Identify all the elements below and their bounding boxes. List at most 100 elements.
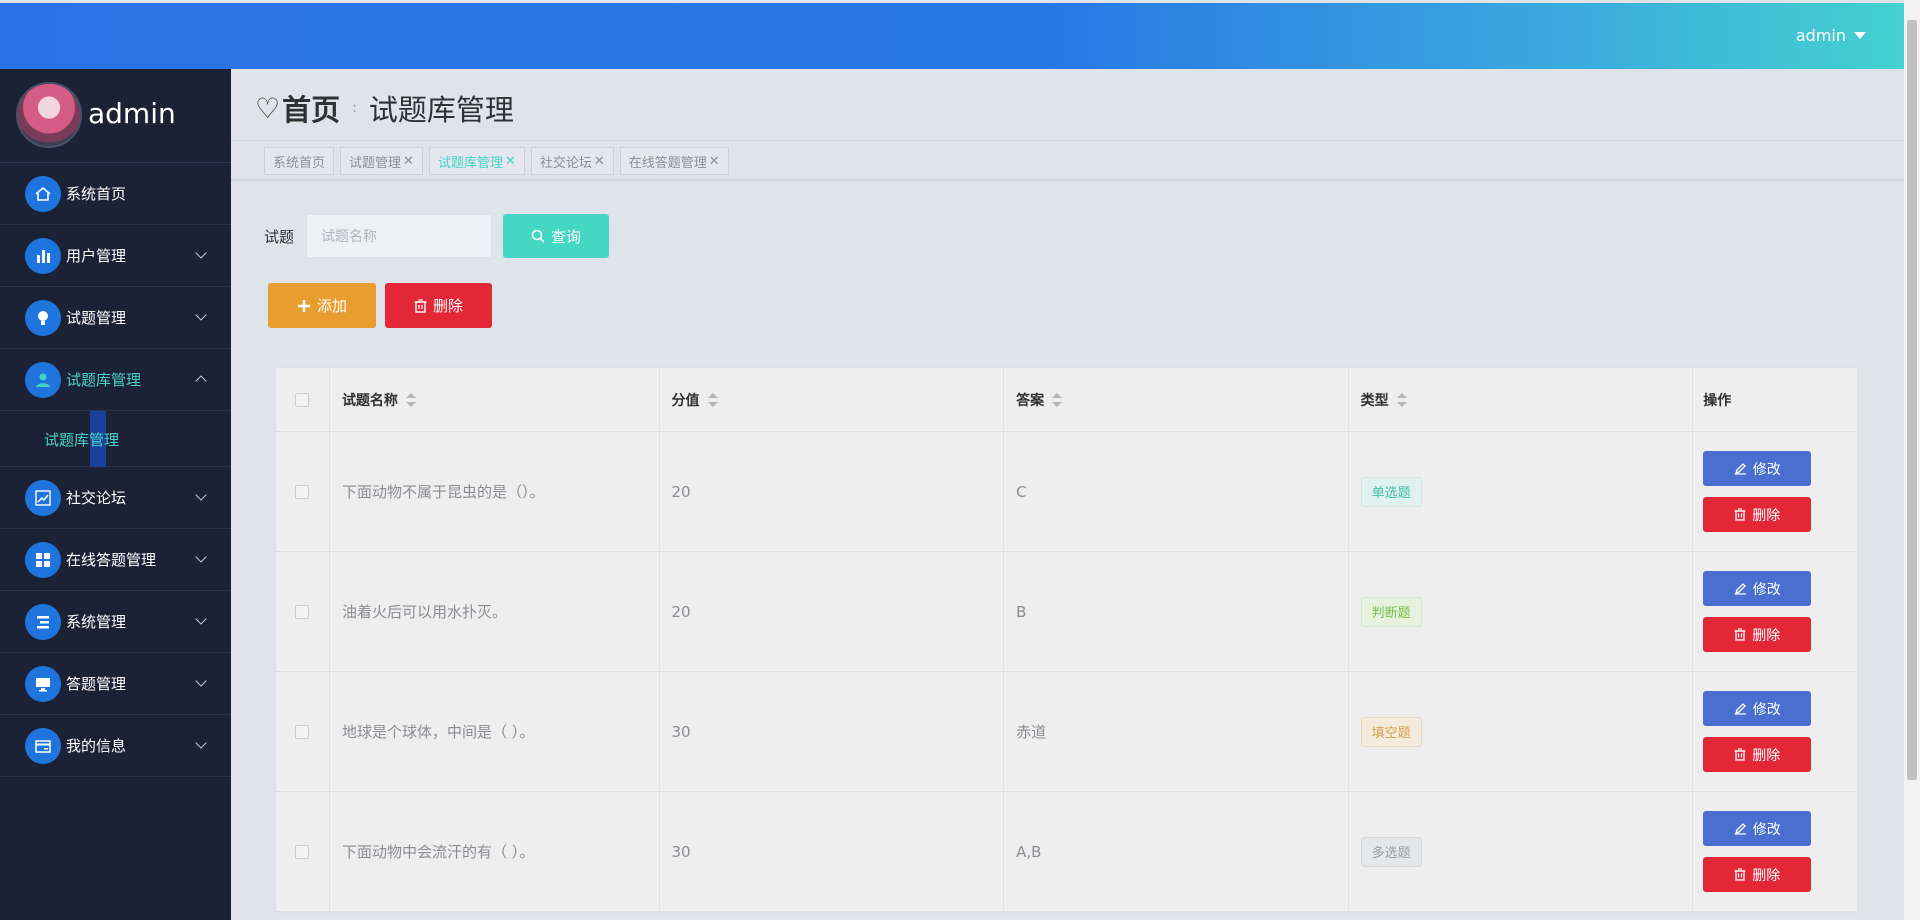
sidebar-item-forum[interactable]: 社交论坛 bbox=[0, 467, 231, 529]
sidebar-item-home[interactable]: 系统首页 bbox=[0, 163, 231, 225]
edit-label: 修改 bbox=[1752, 821, 1781, 838]
cell-name: 下面动物不属于昆虫的是（）。 bbox=[330, 432, 660, 551]
batch-delete-button[interactable]: 删除 bbox=[385, 283, 492, 328]
header-label: 答案 bbox=[1016, 392, 1045, 409]
type-badge: 多选题 bbox=[1360, 836, 1422, 867]
column-header-name[interactable]: 试题名称 bbox=[330, 368, 660, 431]
tab-home[interactable]: 系统首页 bbox=[264, 147, 335, 175]
header-label: 操作 bbox=[1703, 392, 1732, 409]
edit-icon bbox=[1734, 463, 1746, 475]
checkbox[interactable] bbox=[295, 484, 310, 499]
column-header-score[interactable]: 分值 bbox=[660, 368, 1005, 431]
checkbox[interactable] bbox=[295, 604, 310, 619]
cell-score: 20 bbox=[660, 432, 1005, 551]
select-all-checkbox[interactable] bbox=[276, 368, 330, 431]
header-label: 试题名称 bbox=[341, 392, 398, 409]
delete-button-label: 删除 bbox=[432, 297, 463, 315]
row-checkbox[interactable] bbox=[276, 672, 330, 791]
type-badge: 判断题 bbox=[1360, 596, 1422, 627]
checkbox[interactable] bbox=[295, 724, 310, 739]
column-header-answer[interactable]: 答案 bbox=[1004, 368, 1349, 431]
sidebar-item-online-quiz[interactable]: 在线答题管理 bbox=[0, 529, 231, 591]
sidebar-profile: admin bbox=[0, 69, 231, 163]
submenu-item-question-bank[interactable]: 试题库管理 bbox=[0, 411, 231, 467]
edit-button[interactable]: 修改 bbox=[1703, 811, 1812, 846]
row-checkbox[interactable] bbox=[276, 792, 330, 911]
row-checkbox[interactable] bbox=[276, 552, 330, 671]
trash-icon bbox=[1734, 628, 1746, 641]
close-icon[interactable]: ✕ bbox=[403, 154, 414, 169]
edit-icon bbox=[1734, 703, 1746, 715]
type-badge: 填空题 bbox=[1360, 716, 1422, 747]
grid-icon bbox=[25, 541, 61, 578]
chevron-down-icon bbox=[195, 551, 207, 563]
delete-button[interactable]: 删除 bbox=[1703, 497, 1812, 532]
caret-down-icon bbox=[1854, 32, 1866, 39]
trash-icon bbox=[1734, 508, 1746, 521]
sidebar-item-question-bank[interactable]: 试题库管理 bbox=[0, 349, 231, 411]
sort-icon[interactable] bbox=[405, 392, 416, 407]
edit-icon bbox=[1734, 583, 1746, 595]
close-icon[interactable]: ✕ bbox=[505, 154, 516, 169]
user-menu[interactable]: admin bbox=[1796, 26, 1866, 45]
delete-button[interactable]: 删除 bbox=[1703, 737, 1812, 772]
tab-online-quiz[interactable]: 在线答题管理 ✕ bbox=[619, 147, 729, 175]
edit-button[interactable]: 修改 bbox=[1703, 691, 1812, 726]
sort-icon[interactable] bbox=[707, 392, 718, 407]
chevron-down-icon bbox=[195, 613, 207, 625]
cell-name: 油着火后可以用水扑灭。 bbox=[330, 552, 660, 671]
sidebar-item-system[interactable]: 系统管理 bbox=[0, 591, 231, 653]
heart-icon: ♡ bbox=[255, 91, 281, 125]
cell-type: 判断题 bbox=[1349, 552, 1694, 671]
chevron-down-icon bbox=[195, 489, 207, 501]
breadcrumb-home[interactable]: 首页 bbox=[282, 87, 340, 129]
row-checkbox[interactable] bbox=[276, 432, 330, 551]
profile-name: admin bbox=[88, 97, 176, 130]
top-bar: admin bbox=[0, 3, 1904, 69]
close-icon[interactable]: ✕ bbox=[709, 154, 720, 169]
sort-icon[interactable] bbox=[1396, 392, 1407, 407]
sidebar-item-label: 在线答题管理 bbox=[66, 551, 157, 569]
sort-icon[interactable] bbox=[1052, 392, 1063, 407]
edit-label: 修改 bbox=[1752, 581, 1781, 598]
sidebar-item-label: 系统首页 bbox=[66, 185, 127, 203]
plus-icon bbox=[297, 299, 310, 312]
tab-question-bank[interactable]: 试题库管理 ✕ bbox=[428, 147, 525, 175]
edit-button[interactable]: 修改 bbox=[1703, 571, 1812, 606]
header-label: 分值 bbox=[671, 392, 700, 409]
cell-answer: C bbox=[1004, 432, 1349, 551]
close-icon[interactable]: ✕ bbox=[594, 154, 605, 169]
delete-button[interactable]: 删除 bbox=[1703, 617, 1812, 652]
checkbox[interactable] bbox=[295, 392, 310, 407]
add-button[interactable]: 添加 bbox=[268, 283, 376, 328]
column-header-ops: 操作 bbox=[1693, 368, 1857, 431]
sidebar-item-questions[interactable]: 试题管理 bbox=[0, 287, 231, 349]
checkbox[interactable] bbox=[295, 844, 310, 859]
user-name: admin bbox=[1795, 26, 1846, 45]
search-icon bbox=[531, 229, 545, 243]
type-badge: 单选题 bbox=[1360, 476, 1422, 507]
submenu-item-label: 试题库管理 bbox=[44, 431, 120, 449]
divider bbox=[231, 140, 1904, 141]
sidebar-item-answers[interactable]: 答题管理 bbox=[0, 653, 231, 715]
sidebar-item-users[interactable]: 用户管理 bbox=[0, 225, 231, 287]
sidebar-item-my-info[interactable]: 我的信息 bbox=[0, 715, 231, 777]
tab-questions[interactable]: 试题管理 ✕ bbox=[340, 147, 423, 175]
tab-label: 社交论坛 bbox=[539, 155, 592, 171]
monitor-icon bbox=[25, 665, 61, 702]
header-label: 类型 bbox=[1360, 392, 1389, 409]
cell-name: 地球是个球体，中间是（ ）。 bbox=[330, 672, 660, 791]
edit-button[interactable]: 修改 bbox=[1703, 451, 1812, 486]
query-button[interactable]: 查询 bbox=[503, 214, 610, 258]
tab-forum[interactable]: 社交论坛 ✕ bbox=[530, 147, 614, 175]
delete-button[interactable]: 删除 bbox=[1703, 857, 1812, 892]
breadcrumb: ♡ 首页 : 试题库管理 bbox=[255, 87, 514, 129]
list-icon bbox=[25, 603, 61, 640]
trash-icon bbox=[1734, 868, 1746, 881]
column-header-type[interactable]: 类型 bbox=[1349, 368, 1694, 431]
page-scrollbar[interactable] bbox=[1904, 0, 1920, 920]
tags-view: 系统首页 试题管理 ✕ 试题库管理 ✕ 社交论坛 ✕ 在线答题管理 ✕ bbox=[264, 147, 735, 175]
query-button-label: 查询 bbox=[551, 227, 582, 246]
scrollbar-thumb[interactable] bbox=[1907, 20, 1917, 780]
search-input[interactable]: 试题名称 bbox=[306, 214, 493, 258]
